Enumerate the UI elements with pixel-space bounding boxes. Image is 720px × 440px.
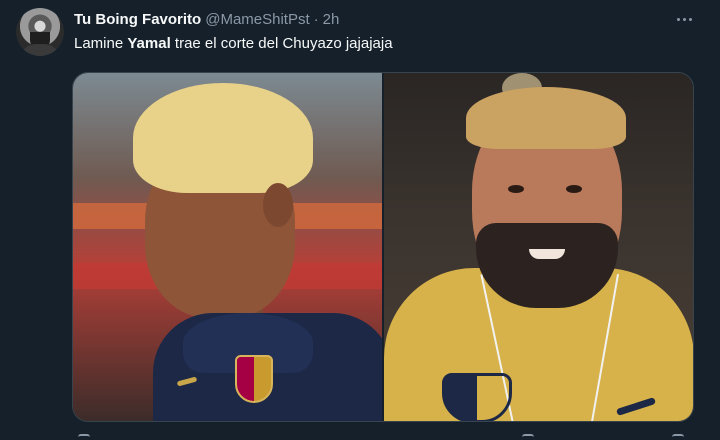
avatar-shirt [20, 44, 60, 56]
more-dot [688, 17, 692, 21]
tweet-text: Lamine Yamal trae el corte del Chuyazo j… [74, 35, 393, 52]
shirt-crest [442, 373, 512, 421]
left-photo[interactable] [73, 73, 382, 421]
bookmark-icon[interactable] [672, 434, 684, 440]
tweet-header: Tu Boing Favorito @MameShitPst · 2h [74, 8, 339, 30]
more-options-icon[interactable] [670, 8, 698, 30]
tweet-text-end: trae el corte del Chuyazo jajajaja [170, 35, 393, 52]
timestamp[interactable]: 2h [323, 11, 340, 28]
user-handle[interactable]: @MameShitPst [205, 11, 309, 28]
display-name[interactable]: Tu Boing Favorito [74, 11, 201, 28]
avatar[interactable] [16, 8, 64, 56]
tweet-text-start: Lamine [74, 35, 128, 52]
man-mouth [529, 249, 565, 259]
reply-icon[interactable] [78, 434, 90, 440]
separator-dot: · [313, 10, 319, 28]
player-ear [263, 183, 293, 227]
share-icon[interactable] [522, 434, 534, 440]
club-crest [235, 355, 273, 403]
tweet-text-bold: Yamal [127, 35, 171, 52]
more-dot [676, 17, 680, 21]
player-hair [133, 83, 313, 193]
tweet[interactable]: Tu Boing Favorito @MameShitPst · 2h Lami… [0, 0, 720, 440]
media-grid [72, 72, 694, 422]
man-hair [466, 87, 626, 149]
man-eye-right [566, 185, 582, 193]
man-eye-left [508, 185, 524, 193]
more-dot [682, 17, 686, 21]
action-bar [72, 434, 694, 440]
right-photo[interactable] [384, 73, 693, 421]
